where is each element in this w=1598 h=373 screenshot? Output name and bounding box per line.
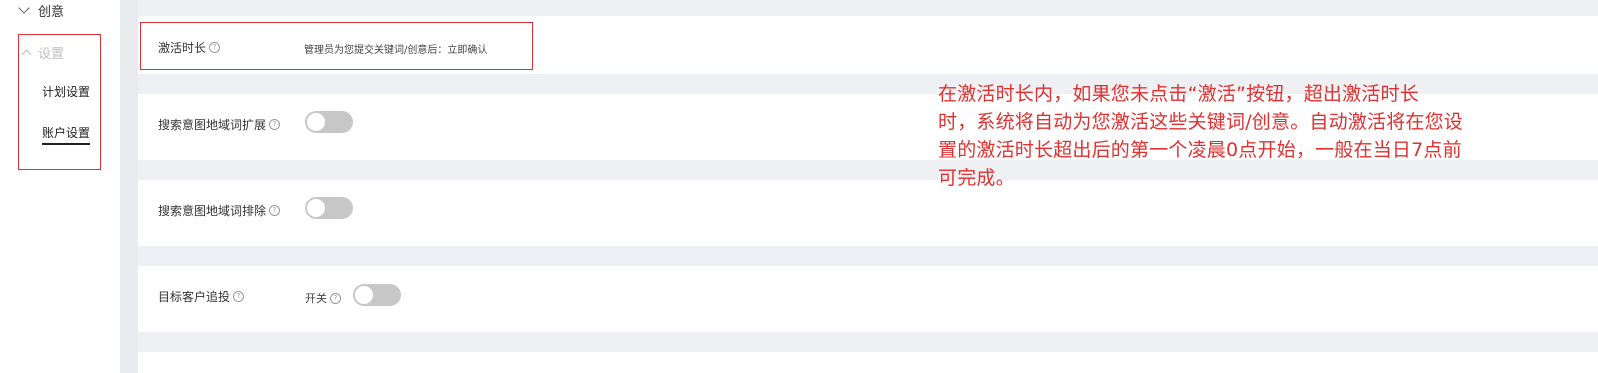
annotation-note: 在激活时长内，如果您未点击“激活”按钮，超出激活时长 时，系统将自动为您激活这些… — [938, 80, 1563, 192]
sidebar-item-label: 计划设置 — [42, 85, 91, 99]
annotation-line: 在激活时长内，如果您未点击“激活”按钮，超出激活时长 — [938, 83, 1419, 105]
sidebar: 创意 设置 计划设置 账户设置 — [0, 0, 120, 373]
sidebar-group-creative[interactable]: 创意 — [18, 0, 65, 20]
sidebar-group-label: 创意 — [38, 4, 65, 20]
switch-label-text: 开关 — [305, 292, 327, 305]
activation-value: 管理员为您提交关键词/创意后：立即确认 — [304, 45, 488, 56]
target-retarget-panel: 目标客户追投 ? 开关 ? — [138, 266, 1598, 332]
annotation-line: 置的激活时长超出后的第一个凌晨0点开始，一般在当日7点前 — [938, 139, 1462, 161]
question-circle-icon[interactable]: ? — [233, 291, 245, 302]
toggle-knob — [307, 199, 325, 217]
sidebar-item-account-settings[interactable]: 账户设置 — [42, 124, 91, 145]
sidebar-item-label: 账户设置 — [42, 126, 91, 140]
geo-expand-toggle[interactable] — [305, 111, 353, 133]
row-label-text: 搜索意图地域词排除 — [158, 204, 267, 218]
annotation-line: 时，系统将自动为您激活这些关键词/创意。自动激活将在您设 — [938, 111, 1464, 133]
settings-group-highlight: 设置 计划设置 账户设置 — [18, 34, 101, 170]
sidebar-group-settings[interactable]: 设置 — [21, 43, 65, 62]
next-panel — [138, 352, 1598, 373]
annotation-line: 可完成。 — [938, 167, 1015, 189]
toggle-knob — [355, 286, 373, 304]
row-label-text: 搜索意图地域词扩展 — [158, 118, 267, 132]
geo-exclude-label: 搜索意图地域词排除 ? — [158, 202, 281, 219]
active-indicator — [42, 143, 91, 145]
target-retarget-label: 目标客户追投 ? — [158, 288, 245, 305]
geo-expand-label: 搜索意图地域词扩展 ? — [158, 116, 281, 133]
geo-exclude-toggle[interactable] — [305, 197, 353, 219]
question-circle-icon[interactable]: ? — [209, 42, 221, 53]
target-retarget-toggle[interactable] — [353, 284, 401, 306]
sidebar-item-plan-settings[interactable]: 计划设置 — [42, 83, 90, 100]
row-label-text: 目标客户追投 — [158, 290, 231, 304]
row-label-text: 激活时长 — [158, 41, 207, 55]
chevron-down-icon — [18, 2, 30, 14]
switch-label: 开关 ? — [305, 290, 341, 306]
activation-duration-row: 激活时长 ? 管理员为您提交关键词/创意后：立即确认 — [140, 22, 533, 70]
content-gutter — [120, 0, 138, 373]
question-circle-icon[interactable]: ? — [330, 292, 341, 304]
sidebar-group-label: 设置 — [38, 47, 65, 62]
activation-label: 激活时长 ? — [158, 39, 221, 56]
question-circle-icon[interactable]: ? — [269, 205, 281, 216]
question-circle-icon[interactable]: ? — [269, 119, 281, 130]
toggle-knob — [307, 113, 325, 131]
chevron-up-icon — [21, 49, 32, 60]
